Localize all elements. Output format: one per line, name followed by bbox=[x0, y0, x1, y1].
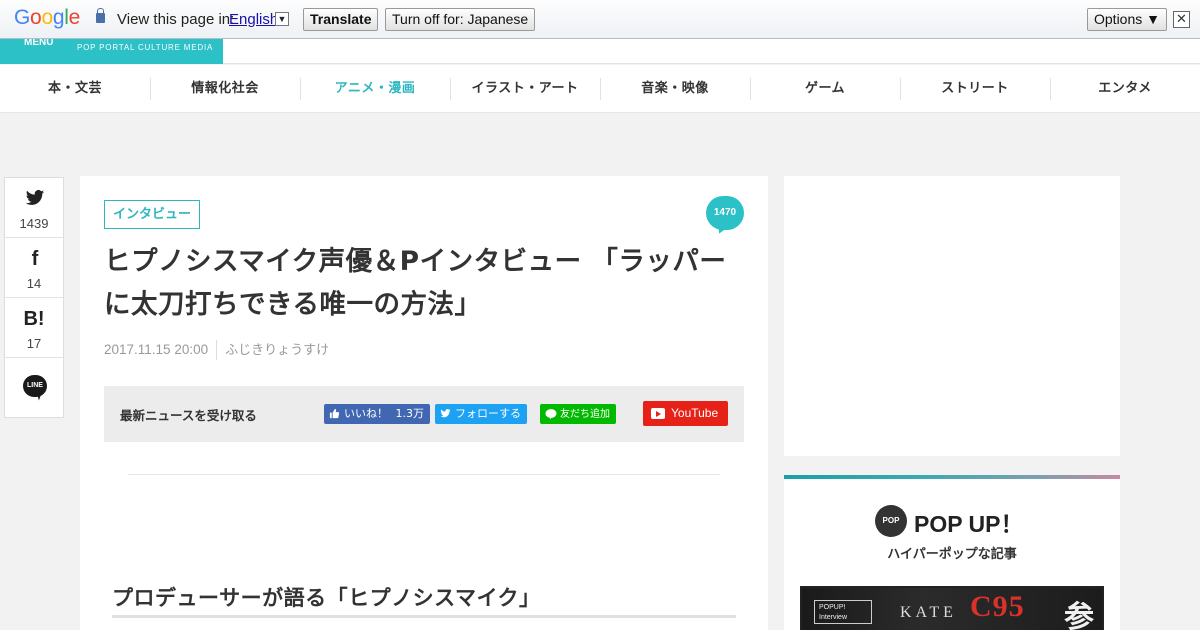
twitter-follow-label: フォローする bbox=[455, 407, 521, 420]
google-logo: Google bbox=[14, 6, 80, 29]
banner-name: KATE bbox=[900, 604, 957, 621]
nav-item-anime-manga[interactable]: アニメ・漫画 bbox=[300, 65, 450, 113]
language-dropdown-icon[interactable]: ▼ bbox=[275, 12, 289, 26]
article-date: 2017.11.15 20:00 bbox=[104, 342, 209, 357]
share-hatena-button[interactable]: B! 17 bbox=[5, 298, 63, 358]
facebook-icon: f bbox=[31, 248, 39, 270]
hatena-bookmark-icon: B! bbox=[23, 308, 45, 330]
facebook-like-label: いいね！ bbox=[344, 407, 388, 420]
line-icon bbox=[545, 408, 557, 420]
article-card: インタビュー 1470 ヒプノシスマイク声優＆Pインタビュー 「ラッパーに太刀打… bbox=[80, 176, 768, 630]
article-meta: 2017.11.15 20:00 ふじきりょうすけ bbox=[104, 339, 329, 361]
nav-item-entertainment[interactable]: エンタメ bbox=[1050, 65, 1200, 113]
line-add-friend-label: 友だち追加 bbox=[560, 409, 610, 420]
line-icon: LINE bbox=[23, 375, 47, 397]
twitter-icon bbox=[25, 190, 45, 205]
translate-button[interactable]: Translate bbox=[303, 8, 379, 31]
pop-badge-icon: POP bbox=[877, 507, 905, 535]
translate-prompt: View this page in: bbox=[117, 11, 235, 28]
nav-item-games[interactable]: ゲーム bbox=[750, 65, 900, 113]
nav-item-illust-art[interactable]: イラスト・アート bbox=[450, 65, 600, 113]
sidebar-ad-slot bbox=[784, 176, 1120, 456]
follow-box: 最新ニュースを受け取る いいね！ 1.3万 フォローする 友だち追加 YouTu… bbox=[104, 386, 744, 442]
nav-item-street[interactable]: ストリート bbox=[900, 65, 1050, 113]
close-icon[interactable]: ✕ bbox=[1173, 11, 1190, 28]
twitter-icon bbox=[440, 408, 451, 420]
banner-event: C95 bbox=[970, 590, 1025, 623]
thumbs-up-icon bbox=[329, 408, 340, 420]
share-line-button[interactable]: LINE bbox=[5, 358, 63, 418]
youtube-label: YouTube bbox=[671, 406, 719, 420]
facebook-share-count: 14 bbox=[26, 276, 42, 291]
nav-item-information-society[interactable]: 情報化社会 bbox=[150, 65, 300, 113]
nav-item-books[interactable]: 本・文芸 bbox=[0, 65, 150, 113]
category-nav: 本・文芸 情報化社会 アニメ・漫画 イラスト・アート 音楽・映像 ゲーム ストリ… bbox=[0, 65, 1200, 113]
line-add-friend-button[interactable]: 友だち追加 bbox=[540, 404, 616, 424]
hatena-share-count: 17 bbox=[26, 336, 42, 351]
popup-accent-bar bbox=[784, 475, 1120, 479]
turn-off-button[interactable]: Turn off for: Japanese bbox=[385, 8, 536, 31]
popup-subtitle: ハイパーポップな記事 bbox=[887, 547, 1017, 562]
share-facebook-button[interactable]: f 14 bbox=[5, 238, 63, 298]
article-author[interactable]: ふじきりょうすけ bbox=[225, 343, 329, 358]
follow-label: 最新ニュースを受け取る bbox=[120, 408, 257, 423]
popup-article-banner[interactable]: POPUP! Interview KATE C95 参 bbox=[800, 586, 1104, 630]
target-language-link[interactable]: English bbox=[229, 11, 278, 28]
popup-panel: POP POP UP！ ハイパーポップな記事 POPUP! Interview … bbox=[784, 475, 1120, 630]
site-tagline: POP PORTAL CULTURE MEDIA bbox=[77, 43, 214, 52]
facebook-like-button[interactable]: いいね！ 1.3万 bbox=[324, 404, 430, 424]
share-twitter-button[interactable]: 1439 bbox=[5, 178, 63, 238]
comment-count-badge[interactable]: 1470 bbox=[706, 196, 744, 230]
section-heading: プロデューサーが語る「ヒプノシスマイク」 bbox=[112, 582, 736, 618]
share-rail: 1439 f 14 B! 17 LINE bbox=[4, 177, 64, 418]
twitter-share-count: 1439 bbox=[19, 216, 49, 231]
banner-kanji: 参 bbox=[1064, 600, 1094, 630]
nav-item-music-video[interactable]: 音楽・映像 bbox=[600, 65, 750, 113]
article-title: ヒプノシスマイク声優＆Pインタビュー 「ラッパーに太刀打ちできる唯一の方法」 bbox=[104, 246, 727, 320]
content-divider bbox=[128, 474, 720, 475]
options-button[interactable]: Options ▼ bbox=[1087, 8, 1167, 31]
google-translate-bar: Google View this page in: English ▼ Tran… bbox=[0, 0, 1200, 39]
banner-label: POPUP! Interview bbox=[814, 600, 872, 624]
youtube-icon bbox=[651, 408, 665, 419]
facebook-like-count: 1.3万 bbox=[395, 407, 425, 420]
popup-title: POP UP！ bbox=[914, 511, 1024, 537]
twitter-follow-button[interactable]: フォローする bbox=[435, 404, 527, 424]
youtube-subscribe-button[interactable]: YouTube bbox=[643, 401, 729, 426]
lock-icon bbox=[96, 8, 105, 23]
article-tag[interactable]: インタビュー bbox=[104, 200, 201, 229]
